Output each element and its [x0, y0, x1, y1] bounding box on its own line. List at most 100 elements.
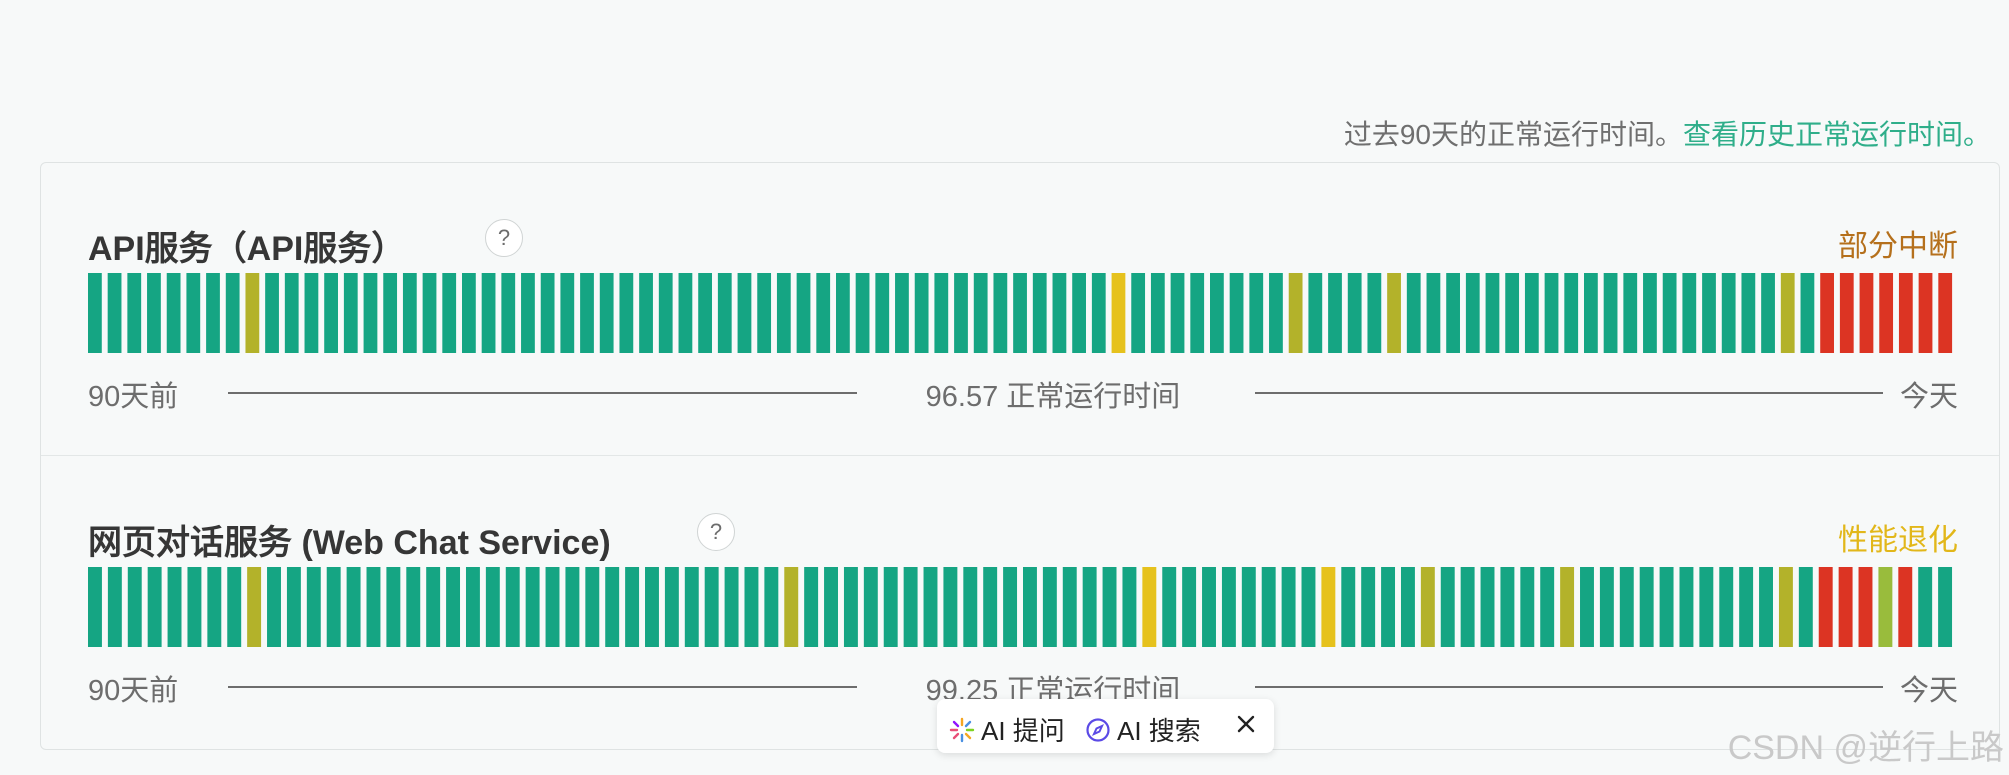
uptime-day-bar[interactable] — [1341, 567, 1356, 647]
help-icon[interactable]: ? — [697, 513, 735, 551]
uptime-day-bar[interactable] — [1261, 567, 1276, 647]
uptime-day-bar[interactable] — [816, 273, 831, 353]
uptime-day-bar[interactable] — [1778, 567, 1793, 647]
uptime-day-bar[interactable] — [895, 273, 909, 353]
uptime-day-bar[interactable] — [883, 567, 898, 647]
uptime-day-bar[interactable] — [481, 273, 496, 353]
uptime-day-bar[interactable] — [1938, 273, 1953, 353]
uptime-day-bar[interactable] — [1328, 273, 1342, 353]
uptime-day-bar[interactable] — [1564, 273, 1579, 353]
uptime-day-bar[interactable] — [1465, 273, 1480, 353]
uptime-day-bar[interactable] — [1182, 567, 1197, 647]
uptime-day-bar[interactable] — [824, 567, 838, 647]
view-history-link[interactable]: 查看历史正常运行时间。 — [1683, 119, 1991, 150]
uptime-day-bar[interactable] — [402, 273, 417, 353]
uptime-day-bar[interactable] — [599, 273, 614, 353]
uptime-day-bar[interactable] — [1619, 567, 1634, 647]
uptime-day-bar[interactable] — [764, 567, 779, 647]
uptime-day-bar[interactable] — [442, 273, 457, 353]
uptime-day-bar[interactable] — [1780, 273, 1795, 353]
uptime-day-bar[interactable] — [1719, 567, 1734, 647]
ai-search-button[interactable]: AI 搜索 — [1085, 711, 1201, 748]
uptime-day-bar[interactable] — [1505, 273, 1520, 353]
uptime-day-bar[interactable] — [1023, 567, 1037, 647]
uptime-day-bar[interactable] — [1759, 567, 1773, 647]
uptime-day-bar[interactable] — [1580, 567, 1594, 647]
uptime-day-bar[interactable] — [1858, 567, 1873, 647]
uptime-day-bar[interactable] — [1170, 273, 1185, 353]
uptime-day-bar[interactable] — [983, 567, 998, 647]
uptime-day-bar[interactable] — [1938, 567, 1953, 647]
uptime-day-bar[interactable] — [1387, 273, 1401, 353]
uptime-day-bar[interactable] — [1584, 273, 1598, 353]
uptime-day-bar[interactable] — [1761, 273, 1775, 353]
uptime-day-bar[interactable] — [565, 567, 580, 647]
uptime-day-bar[interactable] — [206, 273, 220, 353]
uptime-day-bar[interactable] — [1898, 273, 1913, 353]
ai-ask-button[interactable]: AI 提问 — [949, 711, 1065, 748]
uptime-day-bar[interactable] — [245, 273, 260, 353]
uptime-day-bar[interactable] — [1440, 567, 1455, 647]
uptime-day-bar[interactable] — [678, 273, 693, 353]
uptime-day-bar[interactable] — [247, 567, 262, 647]
uptime-day-bar[interactable] — [619, 273, 634, 353]
uptime-day-bar[interactable] — [843, 567, 858, 647]
uptime-day-bar[interactable] — [1062, 567, 1077, 647]
uptime-day-bar[interactable] — [625, 567, 640, 647]
uptime-day-bar[interactable] — [343, 273, 358, 353]
uptime-day-bar[interactable] — [1859, 273, 1874, 353]
uptime-day-bar[interactable] — [1308, 273, 1323, 353]
uptime-day-bar[interactable] — [426, 567, 441, 647]
uptime-day-bar[interactable] — [147, 567, 162, 647]
uptime-day-bar[interactable] — [1102, 567, 1117, 647]
uptime-day-bar[interactable] — [1820, 273, 1834, 353]
close-icon[interactable] — [1232, 710, 1260, 738]
uptime-day-bar[interactable] — [1321, 567, 1336, 647]
uptime-day-bar[interactable] — [963, 567, 978, 647]
uptime-day-bar[interactable] — [1288, 273, 1303, 353]
uptime-day-bar[interactable] — [1460, 567, 1475, 647]
uptime-day-bar[interactable] — [1150, 273, 1165, 353]
uptime-day-bar[interactable] — [1643, 273, 1657, 353]
uptime-day-bar[interactable] — [639, 273, 653, 353]
uptime-day-bar[interactable] — [973, 273, 988, 353]
uptime-day-bar[interactable] — [107, 273, 122, 353]
uptime-day-bar[interactable] — [1544, 273, 1559, 353]
uptime-day-bar[interactable] — [1400, 567, 1415, 647]
uptime-day-bar[interactable] — [776, 273, 791, 353]
uptime-day-bar[interactable] — [1249, 273, 1264, 353]
uptime-day-bar[interactable] — [267, 567, 281, 647]
uptime-day-bar[interactable] — [446, 567, 461, 647]
uptime-day-bar[interactable] — [88, 273, 102, 353]
uptime-day-bar[interactable] — [1111, 273, 1126, 353]
uptime-day-bar[interactable] — [1042, 567, 1057, 647]
uptime-day-bar[interactable] — [1032, 273, 1047, 353]
uptime-day-bar[interactable] — [1361, 567, 1376, 647]
uptime-day-bar[interactable] — [1241, 567, 1256, 647]
uptime-day-bar[interactable] — [784, 567, 799, 647]
uptime-day-bar[interactable] — [187, 567, 202, 647]
uptime-day-bar[interactable] — [485, 567, 500, 647]
uptime-day-bar[interactable] — [1540, 567, 1555, 647]
uptime-day-bar[interactable] — [1603, 273, 1618, 353]
uptime-day-bar[interactable] — [166, 273, 181, 353]
uptime-day-bar[interactable] — [1072, 273, 1086, 353]
uptime-day-bar[interactable] — [1878, 567, 1893, 647]
uptime-day-bar[interactable] — [1918, 567, 1933, 647]
uptime-day-bar[interactable] — [1599, 567, 1614, 647]
uptime-day-bar[interactable] — [684, 567, 699, 647]
uptime-day-bar[interactable] — [1800, 273, 1815, 353]
uptime-day-bar[interactable] — [836, 273, 850, 353]
uptime-day-bar[interactable] — [363, 273, 378, 353]
uptime-day-bar[interactable] — [698, 273, 712, 353]
uptime-day-bar[interactable] — [560, 273, 575, 353]
uptime-day-bar[interactable] — [1210, 273, 1224, 353]
uptime-day-bar[interactable] — [1560, 567, 1575, 647]
uptime-day-bar[interactable] — [875, 273, 890, 353]
uptime-day-bar[interactable] — [1699, 567, 1714, 647]
uptime-day-bar[interactable] — [605, 567, 620, 647]
uptime-day-bar[interactable] — [1122, 567, 1137, 647]
uptime-day-bar[interactable] — [1381, 567, 1396, 647]
uptime-day-bar[interactable] — [1918, 273, 1933, 353]
uptime-day-bar[interactable] — [1142, 567, 1157, 647]
